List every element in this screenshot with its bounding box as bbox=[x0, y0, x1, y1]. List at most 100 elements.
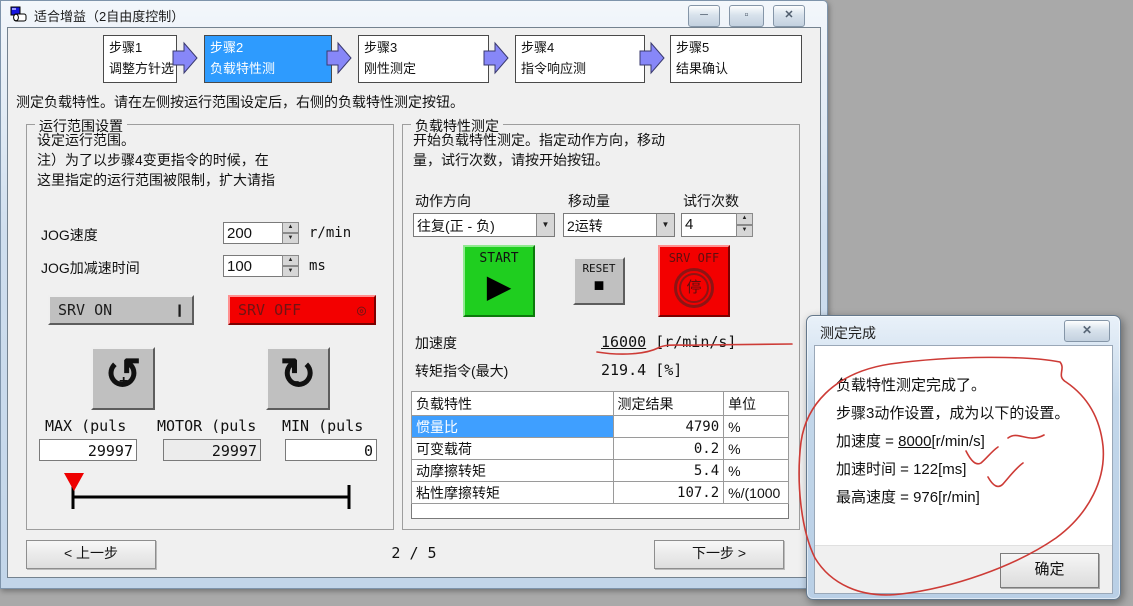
spin-up-icon[interactable]: ▲ bbox=[736, 213, 753, 225]
srv-off-button[interactable]: SRV OFF ◎ bbox=[228, 295, 376, 325]
direction-select[interactable]: 往复(正 - 负) ▼ bbox=[413, 213, 555, 237]
jog-accel-unit: ms bbox=[309, 258, 326, 274]
row-value: 107.2 bbox=[613, 482, 724, 504]
jog-ccw-button[interactable]: ↺ + bbox=[91, 347, 155, 410]
step-3-box[interactable]: 步骤3 刚性测定 bbox=[358, 35, 489, 83]
spin-up-icon[interactable]: ▲ bbox=[282, 222, 299, 233]
max-puls-input[interactable]: 29997 bbox=[39, 439, 137, 461]
jog-accel-stepper[interactable]: ▲ ▼ bbox=[282, 255, 299, 277]
spin-up-icon[interactable]: ▲ bbox=[282, 255, 299, 266]
max-puls-label: MAX (puls bbox=[45, 417, 126, 435]
range-settings-group: 运行范围设置 设定运行范围。 注）为了以步骤4变更指令的时候，在 这里指定的运行… bbox=[26, 124, 394, 530]
step-arrow-icon bbox=[171, 40, 199, 76]
jog-accel-input[interactable]: 100 bbox=[223, 255, 283, 277]
table-header-row: 负载特性 测定结果 单位 bbox=[412, 392, 789, 416]
stop-srv-off-label: SRV OFF bbox=[660, 251, 728, 265]
jog-speed-input[interactable]: 200 bbox=[223, 222, 283, 244]
step-5-label: 结果确认 bbox=[676, 58, 796, 79]
srv-off-label: SRV OFF bbox=[238, 297, 301, 323]
dialog-line-accel: 加速度 = 8000[r/min/s] bbox=[836, 428, 1069, 456]
trials-input[interactable]: 4 bbox=[681, 213, 737, 237]
jog-speed-stepper[interactable]: ▲ ▼ bbox=[282, 222, 299, 244]
close-button[interactable]: ✕ bbox=[773, 5, 805, 27]
play-icon: ▶ bbox=[465, 266, 533, 306]
reset-button[interactable]: RESET ■ bbox=[573, 257, 625, 305]
row-unit: %/(1000 bbox=[724, 482, 789, 504]
step-arrow-icon bbox=[482, 40, 510, 76]
motor-puls-value: 29997 bbox=[163, 439, 261, 461]
range-desc-line1: 设定运行范围。 bbox=[37, 130, 275, 150]
measure-desc-line2: 量，试行次数，请按开始按钮。 bbox=[413, 150, 665, 170]
row-label[interactable]: 可变载荷 bbox=[412, 438, 614, 460]
minimize-button[interactable]: ─ bbox=[688, 5, 720, 27]
start-button[interactable]: START ▶ bbox=[463, 245, 535, 317]
row-label[interactable]: 惯量比 bbox=[412, 416, 614, 438]
chevron-down-icon[interactable]: ▼ bbox=[656, 214, 674, 236]
step-1-label: 调整方针选 bbox=[109, 58, 171, 79]
srv-on-label: SRV ON bbox=[58, 297, 112, 323]
reset-label: RESET bbox=[575, 262, 623, 275]
step-4-label: 指令响应测 bbox=[521, 58, 639, 79]
col-header: 负载特性 bbox=[412, 392, 614, 416]
step-1-box[interactable]: 步骤1 调整方针选 bbox=[103, 35, 177, 83]
dialog-close-button[interactable]: ✕ bbox=[1064, 320, 1110, 342]
movement-select[interactable]: 2运转 ▼ bbox=[563, 213, 675, 237]
step-3-number: 步骤3 bbox=[364, 37, 483, 58]
srv-off-stop-button[interactable]: SRV OFF 停 bbox=[658, 245, 730, 317]
row-value: 5.4 bbox=[613, 460, 724, 482]
maximize-button[interactable]: ▫ bbox=[729, 5, 764, 27]
torque-label: 转矩指令(最大) bbox=[415, 361, 508, 381]
motor-puls-label: MOTOR (puls bbox=[157, 417, 256, 435]
step-4-box[interactable]: 步骤4 指令响应测 bbox=[515, 35, 645, 83]
min-puls-input[interactable]: 0 bbox=[285, 439, 377, 461]
step-2-box[interactable]: 步骤2 负载特性测 bbox=[204, 35, 332, 83]
trials-label: 试行次数 bbox=[683, 191, 739, 211]
title-bar[interactable]: 适合增益（2自由度控制） ─ ▫ ✕ bbox=[1, 1, 827, 27]
spin-down-icon[interactable]: ▼ bbox=[736, 225, 753, 237]
ok-button[interactable]: 确定 bbox=[1000, 553, 1099, 588]
srv-on-button[interactable]: SRV ON ❙ bbox=[48, 295, 194, 325]
movement-label: 移动量 bbox=[568, 191, 610, 211]
dialog-line-accel-time: 加速时间 = 122[ms] bbox=[836, 456, 1069, 484]
step-2-label: 负载特性测 bbox=[210, 58, 326, 79]
row-label[interactable]: 动摩擦转矩 bbox=[412, 460, 614, 482]
app-icon bbox=[10, 6, 28, 23]
window-title: 适合增益（2自由度控制） bbox=[34, 6, 184, 25]
jog-cw-button[interactable]: ↻ - bbox=[266, 347, 330, 410]
step-4-number: 步骤4 bbox=[521, 37, 639, 58]
step-5-box[interactable]: 步骤5 结果确认 bbox=[670, 35, 802, 83]
table-row[interactable]: 可变载荷 0.2 % bbox=[412, 438, 789, 460]
instruction-text: 测定负载特性。请在左侧按运行范围设定后，右侧的负载特性测定按钮。 bbox=[16, 92, 464, 112]
next-step-button[interactable]: 下一步 > bbox=[654, 540, 784, 569]
measure-desc-line1: 开始负载特性测定。指定动作方向，移动 bbox=[413, 130, 665, 150]
stop-glyph: 停 bbox=[679, 273, 709, 303]
row-unit: % bbox=[724, 416, 789, 438]
table-row[interactable]: 动摩擦转矩 5.4 % bbox=[412, 460, 789, 482]
col-header: 单位 bbox=[724, 392, 789, 416]
step-3-label: 刚性测定 bbox=[364, 58, 483, 79]
range-slider[interactable] bbox=[57, 467, 367, 513]
row-label[interactable]: 粘性摩擦转矩 bbox=[412, 482, 614, 504]
table-row[interactable]: 粘性摩擦转矩 107.2 %/(1000 bbox=[412, 482, 789, 504]
movement-value: 2运转 bbox=[567, 216, 654, 236]
trials-stepper[interactable]: ▲ ▼ bbox=[736, 213, 753, 237]
dialog-footer: 确定 bbox=[815, 545, 1112, 593]
jog-speed-label: JOG速度 bbox=[41, 225, 98, 245]
step-arrow-icon bbox=[638, 40, 666, 76]
power-off-icon: ◎ bbox=[357, 297, 366, 323]
spin-down-icon[interactable]: ▼ bbox=[282, 266, 299, 277]
col-header: 测定结果 bbox=[613, 392, 724, 416]
accel-label: 加速度 bbox=[415, 333, 457, 353]
chevron-down-icon[interactable]: ▼ bbox=[536, 214, 554, 236]
start-label: START bbox=[465, 251, 533, 266]
direction-label: 动作方向 bbox=[415, 191, 471, 211]
step-2-number: 步骤2 bbox=[210, 37, 326, 58]
minus-icon: - bbox=[294, 373, 299, 391]
range-desc-line2: 注）为了以步骤4变更指令的时候，在 bbox=[37, 150, 275, 170]
row-unit: % bbox=[724, 460, 789, 482]
spin-down-icon[interactable]: ▼ bbox=[282, 233, 299, 244]
row-unit: % bbox=[724, 438, 789, 460]
table-row[interactable]: 惯量比 4790 % bbox=[412, 416, 789, 438]
dialog-title: 测定完成 bbox=[820, 323, 876, 343]
slider-position-marker[interactable] bbox=[64, 473, 84, 491]
